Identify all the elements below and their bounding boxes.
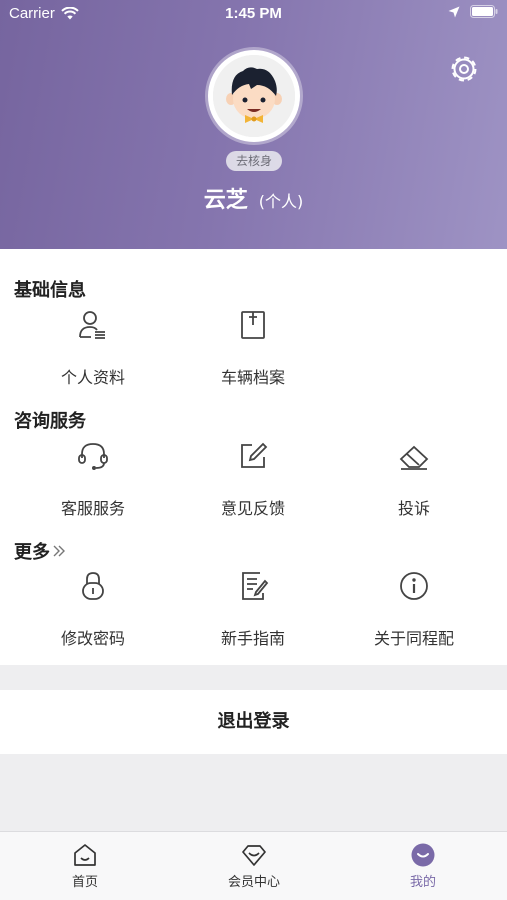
status-bar: Carrier 1:45 PM <box>0 0 507 28</box>
lock-icon <box>82 572 104 600</box>
tab-label-mine: 我的 <box>409 875 436 890</box>
menu-panel: 基础信息 个人资料 车辆档案 咨询服务 客服服务 意见反馈 投诉 更多 修改密码… <box>0 249 507 665</box>
menu-item-change-password[interactable]: 修改密码 <box>13 569 173 649</box>
diamond-icon <box>242 845 266 866</box>
status-right <box>448 5 498 18</box>
menu-item-vehicle-file[interactable]: 车辆档案 <box>173 308 333 388</box>
home-icon <box>74 844 96 866</box>
menu-label-about: 关于同程配 <box>373 629 454 648</box>
menu-label-profile: 个人资料 <box>60 368 125 387</box>
section-title-consult: 咨询服务 <box>14 411 86 432</box>
location-arrow-icon <box>448 6 460 17</box>
menu-label-customer-service: 客服服务 <box>60 499 125 518</box>
battery-icon <box>470 5 498 18</box>
menu-item-beginner-guide[interactable]: 新手指南 <box>173 569 333 649</box>
double-chevron-right-icon <box>53 545 65 557</box>
more-title-text: 更多 <box>14 542 50 563</box>
boy-avatar-icon <box>213 55 295 137</box>
headset-icon <box>78 443 108 470</box>
profile-header: Carrier 1:45 PM 去核身 云芝 (个人) <box>0 0 507 249</box>
menu-label-beginner-guide: 新手指南 <box>220 629 285 648</box>
tab-mine[interactable]: 我的 <box>363 842 483 890</box>
account-type: (个人) <box>258 192 304 211</box>
guide-doc-icon <box>242 572 269 600</box>
user-name-line: 云芝 (个人) <box>0 182 507 214</box>
menu-item-profile[interactable]: 个人资料 <box>13 308 173 388</box>
menu-item-customer-service[interactable]: 客服服务 <box>13 439 173 519</box>
menu-label-feedback: 意见反馈 <box>220 499 285 518</box>
menu-item-about[interactable]: 关于同程配 <box>334 569 494 649</box>
tab-label-home: 首页 <box>71 875 98 890</box>
eraser-icon <box>399 445 429 470</box>
user-name: 云芝 <box>203 188 248 213</box>
section-title-more[interactable]: 更多 <box>14 538 66 564</box>
avatar-image <box>213 55 295 137</box>
menu-item-complaint[interactable]: 投诉 <box>334 439 494 519</box>
section-title-basic: 基础信息 <box>14 280 86 301</box>
info-icon <box>400 572 428 600</box>
tab-member-center[interactable]: 会员中心 <box>194 842 314 890</box>
menu-item-feedback[interactable]: 意见反馈 <box>173 439 333 519</box>
menu-label-vehicle-file: 车辆档案 <box>220 368 285 387</box>
avatar[interactable] <box>208 50 300 142</box>
menu-label-change-password: 修改密码 <box>60 629 125 648</box>
tab-bar: 首页 会员中心 我的 <box>0 831 507 900</box>
user-profile-icon <box>79 311 105 339</box>
smile-icon <box>411 843 435 867</box>
verify-identity-badge[interactable]: 去核身 <box>226 151 282 171</box>
logout-button[interactable]: 退出登录 <box>0 690 507 754</box>
status-time: 1:45 PM <box>225 5 282 22</box>
vehicle-file-icon <box>241 311 265 339</box>
tab-home[interactable]: 首页 <box>25 842 145 890</box>
settings-gear-icon[interactable] <box>446 51 482 87</box>
tab-label-member-center: 会员中心 <box>227 875 280 890</box>
edit-icon <box>241 442 268 468</box>
menu-label-complaint: 投诉 <box>397 499 430 518</box>
